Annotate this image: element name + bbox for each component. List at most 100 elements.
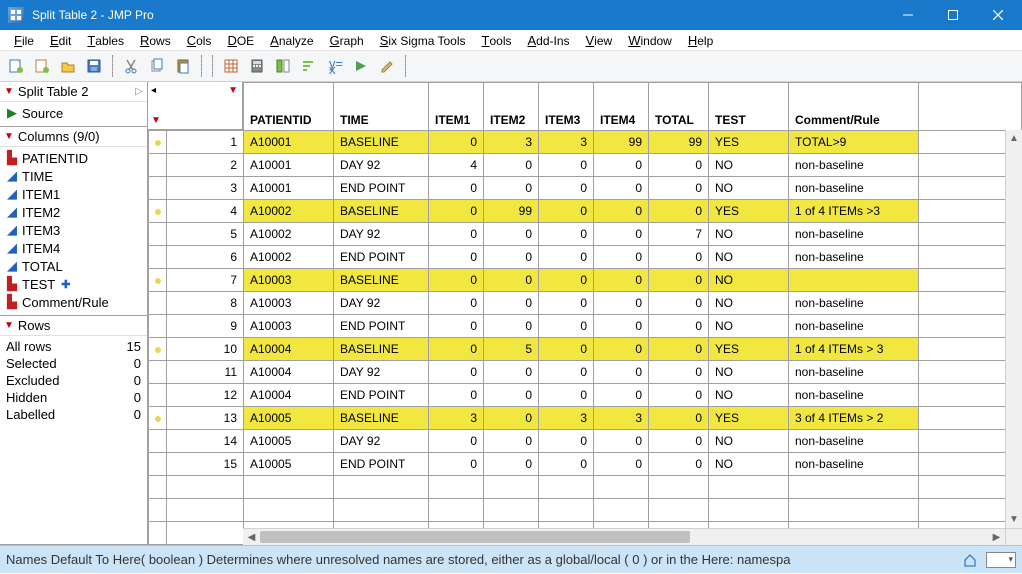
cell[interactable]: non-baseline bbox=[789, 315, 919, 338]
cell[interactable]: 0 bbox=[594, 292, 649, 315]
menu-edit[interactable]: Edit bbox=[42, 32, 79, 49]
cell[interactable]: non-baseline bbox=[789, 453, 919, 476]
source-script[interactable]: ▶ Source bbox=[4, 104, 143, 122]
cell[interactable]: BASELINE bbox=[334, 200, 429, 223]
cell[interactable]: 99 bbox=[484, 200, 539, 223]
cell[interactable]: A10002 bbox=[244, 200, 334, 223]
cell[interactable]: 0 bbox=[429, 453, 484, 476]
row-number[interactable]: 3 bbox=[167, 177, 244, 200]
cell[interactable]: 0 bbox=[429, 315, 484, 338]
new-script-icon[interactable] bbox=[30, 54, 54, 78]
col-header[interactable]: TEST bbox=[709, 83, 789, 131]
cell[interactable]: NO bbox=[709, 315, 789, 338]
table-row[interactable]: 5A10002DAY 9200007NOnon-baseline bbox=[149, 223, 1022, 246]
cell[interactable]: YES bbox=[709, 407, 789, 430]
cell[interactable]: 0 bbox=[484, 384, 539, 407]
row-state[interactable] bbox=[149, 177, 167, 200]
disclosure-icon[interactable]: ▼ bbox=[4, 131, 14, 142]
cell[interactable]: 0 bbox=[649, 430, 709, 453]
table-row[interactable]: 12A10004END POINT00000NOnon-baseline bbox=[149, 384, 1022, 407]
cell[interactable]: 0 bbox=[429, 131, 484, 154]
cell[interactable]: 0 bbox=[484, 361, 539, 384]
cell[interactable]: DAY 92 bbox=[334, 154, 429, 177]
cell[interactable]: 0 bbox=[539, 315, 594, 338]
menu-add-ins[interactable]: Add-Ins bbox=[519, 32, 577, 49]
cell[interactable]: 0 bbox=[649, 384, 709, 407]
column-item[interactable]: ▙PATIENTID bbox=[4, 149, 143, 167]
cell[interactable]: BASELINE bbox=[334, 338, 429, 361]
cell[interactable]: 0 bbox=[484, 246, 539, 269]
cell[interactable]: 0 bbox=[649, 177, 709, 200]
cell[interactable]: BASELINE bbox=[334, 131, 429, 154]
cell[interactable]: 3 bbox=[594, 407, 649, 430]
cell[interactable]: YES bbox=[709, 338, 789, 361]
cell[interactable]: 0 bbox=[539, 453, 594, 476]
cell[interactable]: DAY 92 bbox=[334, 430, 429, 453]
calculator-icon[interactable] bbox=[245, 54, 269, 78]
menu-rows[interactable]: Rows bbox=[132, 32, 179, 49]
cell[interactable]: DAY 92 bbox=[334, 292, 429, 315]
cell[interactable]: 0 bbox=[484, 407, 539, 430]
disclosure-icon[interactable]: ▼ bbox=[4, 86, 14, 97]
rows-panel-header[interactable]: ▼ Rows bbox=[0, 316, 147, 336]
cell[interactable]: non-baseline bbox=[789, 177, 919, 200]
cell[interactable]: 0 bbox=[429, 246, 484, 269]
cell[interactable]: 3 bbox=[484, 131, 539, 154]
menu-tables[interactable]: Tables bbox=[79, 32, 132, 49]
cell[interactable]: TOTAL>9 bbox=[789, 131, 919, 154]
minimize-button[interactable] bbox=[885, 0, 930, 30]
cell[interactable]: 0 bbox=[429, 269, 484, 292]
cell[interactable]: A10001 bbox=[244, 131, 334, 154]
column-item[interactable]: ◢ITEM3 bbox=[4, 221, 143, 239]
table-row[interactable]: 8A10003DAY 9200000NOnon-baseline bbox=[149, 292, 1022, 315]
cell[interactable]: 0 bbox=[649, 315, 709, 338]
row-state[interactable] bbox=[149, 453, 167, 476]
col-header[interactable]: ITEM3 bbox=[539, 83, 594, 131]
cell[interactable]: YES bbox=[709, 131, 789, 154]
menu-analyze[interactable]: Analyze bbox=[262, 32, 321, 49]
scroll-right-icon[interactable]: ▶ bbox=[988, 529, 1005, 545]
table-row[interactable]: 13A10005BASELINE30330YES3 of 4 ITEMs > 2 bbox=[149, 407, 1022, 430]
cell[interactable]: A10001 bbox=[244, 177, 334, 200]
cell[interactable]: 0 bbox=[594, 154, 649, 177]
cell[interactable]: non-baseline bbox=[789, 154, 919, 177]
cell[interactable]: 0 bbox=[594, 453, 649, 476]
menu-six-sigma-tools[interactable]: Six Sigma Tools bbox=[372, 32, 474, 49]
cell[interactable]: A10004 bbox=[244, 384, 334, 407]
cell[interactable]: 0 bbox=[649, 292, 709, 315]
cell[interactable]: 0 bbox=[539, 338, 594, 361]
col-header[interactable]: ITEM4 bbox=[594, 83, 649, 131]
cell[interactable]: NO bbox=[709, 269, 789, 292]
row-state[interactable] bbox=[149, 407, 167, 430]
cell[interactable]: 0 bbox=[594, 269, 649, 292]
cell[interactable]: A10003 bbox=[244, 269, 334, 292]
scroll-left-icon[interactable]: ◀ bbox=[243, 529, 260, 545]
cell[interactable]: NO bbox=[709, 246, 789, 269]
col-header[interactable]: TOTAL bbox=[649, 83, 709, 131]
cell[interactable]: A10002 bbox=[244, 246, 334, 269]
cell[interactable]: 0 bbox=[539, 177, 594, 200]
cell[interactable]: BASELINE bbox=[334, 407, 429, 430]
cell[interactable]: END POINT bbox=[334, 246, 429, 269]
cell[interactable]: A10003 bbox=[244, 292, 334, 315]
cell[interactable]: 0 bbox=[539, 269, 594, 292]
cell[interactable] bbox=[789, 269, 919, 292]
formula-icon[interactable]: y=x bbox=[323, 54, 347, 78]
cell[interactable]: NO bbox=[709, 292, 789, 315]
cell[interactable]: 0 bbox=[649, 200, 709, 223]
menu-window[interactable]: Window bbox=[620, 32, 680, 49]
cell[interactable]: END POINT bbox=[334, 177, 429, 200]
vertical-scrollbar[interactable]: ▲ ▼ bbox=[1005, 130, 1022, 528]
cell[interactable]: YES bbox=[709, 200, 789, 223]
horizontal-scrollbar[interactable]: ◀ ▶ bbox=[243, 528, 1005, 545]
data-table[interactable]: PATIENTID TIME ITEM1 ITEM2 ITEM3 ITEM4 T… bbox=[148, 82, 1022, 545]
cell[interactable]: NO bbox=[709, 430, 789, 453]
cell[interactable]: NO bbox=[709, 154, 789, 177]
cell[interactable]: 5 bbox=[484, 338, 539, 361]
grid-corner[interactable]: ◂ ▼ ▼ bbox=[148, 82, 243, 130]
save-icon[interactable] bbox=[82, 54, 106, 78]
row-state[interactable] bbox=[149, 246, 167, 269]
maximize-button[interactable] bbox=[930, 0, 975, 30]
menu-doe[interactable]: DOE bbox=[219, 32, 262, 49]
cell[interactable]: 0 bbox=[594, 177, 649, 200]
